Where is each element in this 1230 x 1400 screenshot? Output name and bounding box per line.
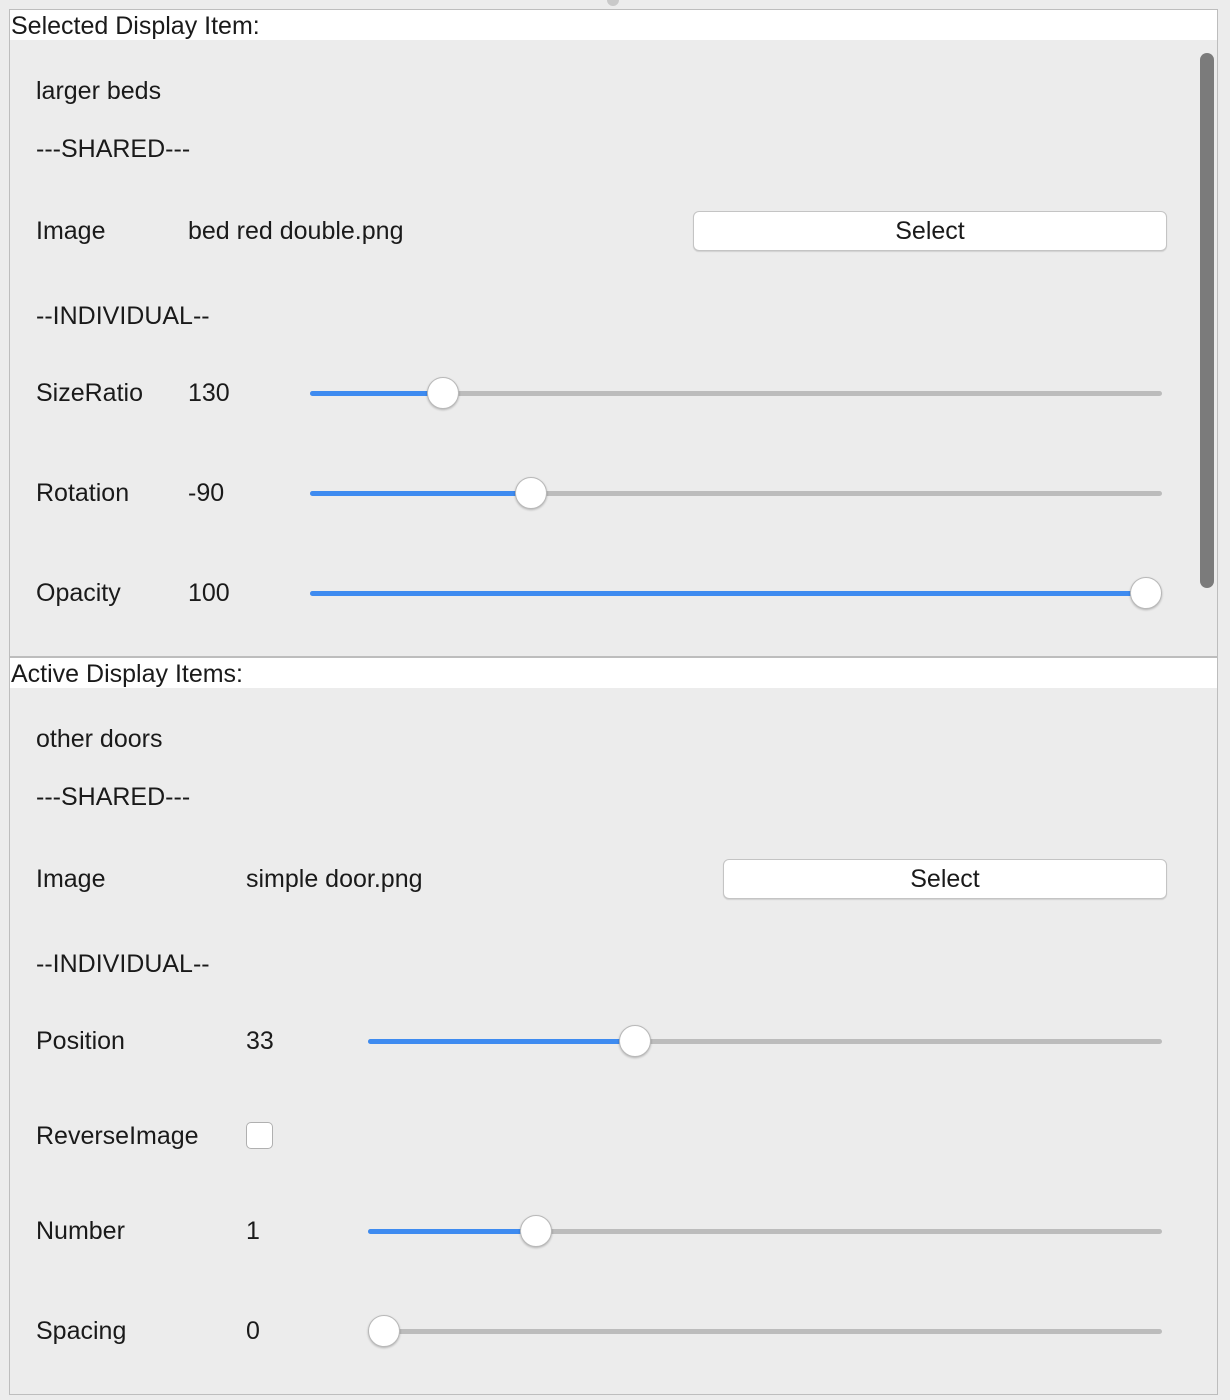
selected-section-header: Selected Display Item: <box>9 9 1218 41</box>
active-panel: other doors ---SHARED--- Image simple do… <box>9 688 1218 1395</box>
reverseimage-checkbox[interactable] <box>246 1122 273 1149</box>
slider-thumb[interactable] <box>520 1215 553 1247</box>
selected-image-select-button[interactable]: Select <box>693 211 1167 251</box>
slider-thumb[interactable] <box>368 1315 400 1347</box>
slider-fill <box>368 1229 537 1234</box>
spacing-slider[interactable] <box>368 1313 1162 1349</box>
number-label: Number <box>36 1217 125 1245</box>
rotation-value: -90 <box>188 479 225 507</box>
active-image-select-button[interactable]: Select <box>723 859 1167 899</box>
position-value: 33 <box>246 1027 274 1055</box>
rotation-label: Rotation <box>36 479 130 507</box>
slider-thumb[interactable] <box>515 477 547 509</box>
active-item-name: other doors <box>36 725 163 753</box>
spacing-value: 0 <box>246 1317 260 1345</box>
selected-individual-label: --INDIVIDUAL-- <box>36 302 210 330</box>
selected-image-filename: bed red double.png <box>188 217 404 245</box>
sizeratio-label: SizeRatio <box>36 379 143 407</box>
slider-fill <box>368 1039 636 1044</box>
selected-panel: larger beds ---SHARED--- Image bed red d… <box>9 40 1218 657</box>
slider-fill <box>310 391 444 396</box>
sizeratio-value: 130 <box>188 379 230 407</box>
app-window: Selected Display Item: larger beds ---SH… <box>0 0 1230 1400</box>
slider-thumb[interactable] <box>1130 577 1162 609</box>
active-image-filename: simple door.png <box>246 865 423 893</box>
split-handle[interactable] <box>607 0 619 6</box>
selected-item-name: larger beds <box>36 77 162 105</box>
active-shared-label: ---SHARED--- <box>36 783 191 811</box>
selected-image-label: Image <box>36 217 106 245</box>
opacity-value: 100 <box>188 579 230 607</box>
slider-fill <box>310 491 531 496</box>
opacity-label: Opacity <box>36 579 121 607</box>
active-individual-label: --INDIVIDUAL-- <box>36 950 210 978</box>
slider-fill <box>310 591 1146 596</box>
position-label: Position <box>36 1027 125 1055</box>
number-value: 1 <box>246 1217 260 1245</box>
reverseimage-label: ReverseImage <box>36 1122 199 1150</box>
rotation-slider[interactable] <box>310 475 1162 511</box>
position-slider[interactable] <box>368 1023 1162 1059</box>
opacity-slider[interactable] <box>310 575 1162 611</box>
active-section-header: Active Display Items: <box>9 657 1218 689</box>
number-slider[interactable] <box>368 1213 1162 1249</box>
slider-track <box>368 1329 1162 1334</box>
spacing-label: Spacing <box>36 1317 127 1345</box>
scrollbar-thumb[interactable] <box>1200 53 1214 588</box>
selected-shared-label: ---SHARED--- <box>36 135 191 163</box>
active-image-label: Image <box>36 865 106 893</box>
slider-thumb[interactable] <box>619 1025 652 1057</box>
slider-thumb[interactable] <box>427 377 460 409</box>
sizeratio-slider[interactable] <box>310 375 1162 411</box>
